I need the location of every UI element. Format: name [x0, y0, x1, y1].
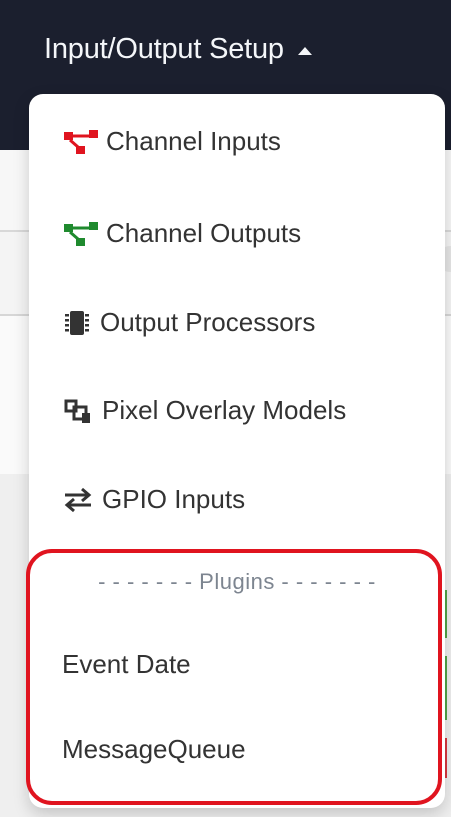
- exchange-arrows-icon: [62, 486, 94, 514]
- io-setup-dropdown-menu: Channel Inputs Channel Outputs Output Pr…: [29, 94, 445, 808]
- menu-item-channel-outputs[interactable]: Channel Outputs: [62, 218, 301, 249]
- menu-item-label: Channel Outputs: [106, 218, 302, 248]
- menu-item-label: Pixel Overlay Models: [102, 395, 347, 425]
- menu-item-label: GPIO Inputs: [102, 484, 246, 514]
- io-setup-nav-label: Input/Output Setup: [44, 33, 284, 65]
- channel-inputs-icon: [62, 128, 102, 156]
- plugins-section-header: - - - - - - - Plugins - - - - - - -: [98, 569, 376, 594]
- caret-up-icon: [297, 46, 312, 55]
- menu-item-label: Channel Inputs: [106, 126, 281, 156]
- channel-outputs-icon: [62, 220, 102, 248]
- page: Input/Output Setup Channel Inputs Channe…: [0, 0, 451, 817]
- menu-item-label: Output Processors: [100, 307, 316, 337]
- menu-item-pixel-overlay-models[interactable]: Pixel Overlay Models: [62, 395, 346, 426]
- object-group-icon: [62, 397, 94, 425]
- menu-item-plugin-event-date[interactable]: Event Date: [62, 649, 191, 680]
- menu-item-channel-inputs[interactable]: Channel Inputs: [62, 126, 281, 157]
- io-setup-nav-toggle[interactable]: Input/Output Setup: [44, 33, 312, 66]
- menu-item-gpio-inputs[interactable]: GPIO Inputs: [62, 484, 245, 515]
- menu-item-output-processors[interactable]: Output Processors: [62, 307, 315, 338]
- microchip-icon: [62, 309, 92, 337]
- menu-item-plugin-messagequeue[interactable]: MessageQueue: [62, 734, 246, 765]
